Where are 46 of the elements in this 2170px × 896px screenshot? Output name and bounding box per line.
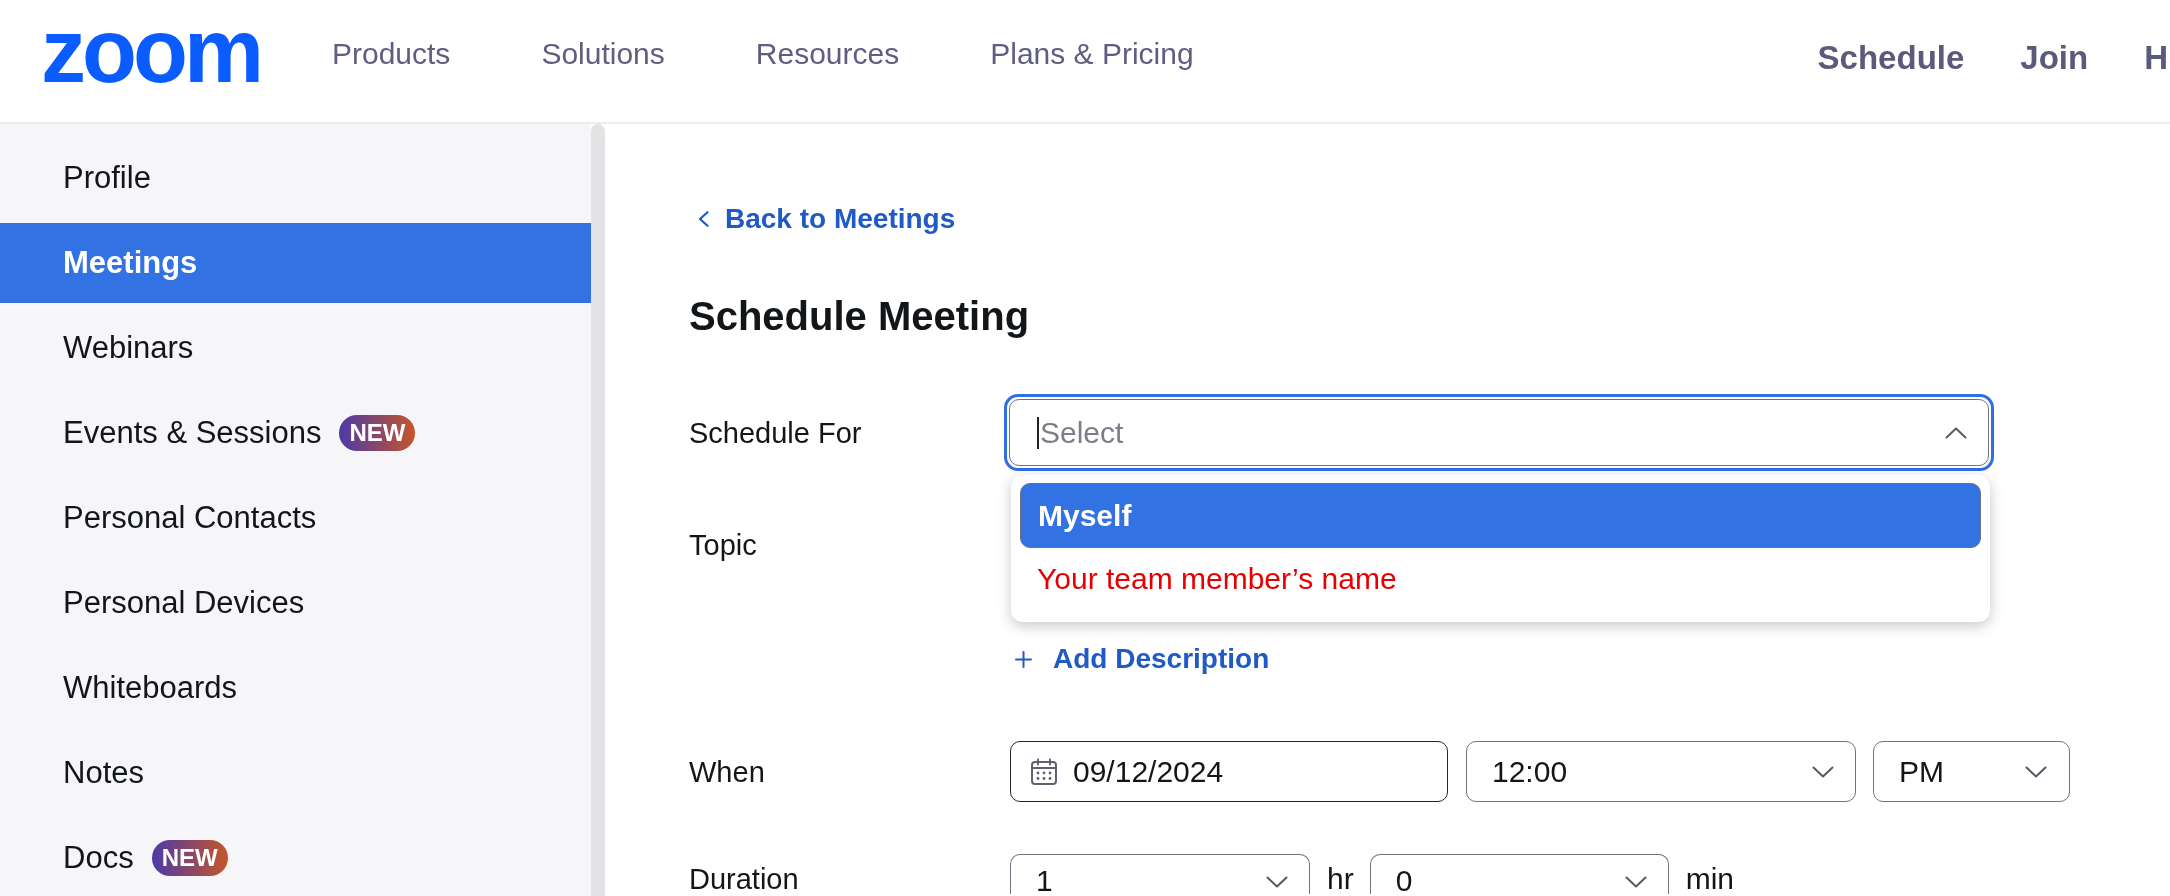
chevron-down-icon — [2025, 765, 2047, 778]
new-badge: NEW — [339, 415, 416, 451]
chevron-up-icon — [1945, 426, 1967, 439]
sidebar-item[interactable]: Notes — [0, 733, 591, 813]
chevron-down-icon — [1624, 876, 1647, 888]
sidebar-item[interactable]: Profile — [0, 138, 591, 218]
minutes-select[interactable]: 0 — [1369, 854, 1669, 894]
sidebar-item[interactable]: Meetings — [0, 223, 591, 303]
add-description-link[interactable]: Add Description — [1015, 643, 1270, 675]
unit-label: hr — [1327, 866, 1354, 892]
sidebar-item[interactable]: Docs NEW — [0, 818, 591, 896]
nav-link[interactable]: Resources — [755, 36, 900, 72]
hours-select[interactable]: 1 — [1010, 854, 1310, 894]
new-badge: NEW — [151, 840, 228, 876]
scrollbar-thumb[interactable] — [591, 124, 605, 896]
nav-link[interactable]: Products — [332, 36, 451, 72]
chevron-left-icon — [698, 211, 709, 227]
header-link[interactable]: Schedule — [1817, 38, 1965, 78]
header-link[interactable]: Join — [2020, 38, 2089, 78]
sidebar-item[interactable]: Personal Contacts — [0, 478, 591, 558]
sidebar-item[interactable]: Whiteboards — [0, 648, 591, 728]
nav-link[interactable]: Solutions — [541, 36, 665, 72]
back-link[interactable]: Back to Meetings — [698, 202, 956, 236]
sidebar-item[interactable]: Personal Devices — [0, 563, 591, 643]
page-title: Schedule Meeting — [689, 293, 1030, 339]
dropdown-option[interactable]: Your team member’s name — [1020, 548, 1981, 610]
dropdown-option[interactable]: Myself — [1020, 483, 1981, 548]
date-field[interactable]: 09/12/2024 — [1010, 741, 1448, 802]
text-cursor-icon — [1037, 416, 1039, 449]
header-link[interactable]: H — [2144, 38, 2168, 78]
logo[interactable]: zoom — [41, 6, 260, 96]
time-select[interactable]: 12:00 — [1466, 741, 1856, 802]
chevron-down-icon — [1266, 876, 1288, 888]
field-label: Topic — [689, 528, 758, 562]
sidebar-item[interactable]: Webinars — [0, 308, 591, 388]
chevron-down-icon — [1812, 765, 1834, 778]
plus-icon — [1015, 650, 1032, 668]
sidebar-item[interactable]: Events & Sessions NEW — [0, 393, 591, 473]
nav-link[interactable]: Plans & Pricing — [990, 36, 1194, 72]
unit-label: min — [1685, 866, 1735, 892]
field-label: Schedule For — [689, 415, 863, 450]
schedule-for-select[interactable]: Select — [1004, 394, 1994, 471]
field-label: When — [689, 754, 766, 789]
period-select[interactable]: PM — [1873, 741, 2070, 802]
field-label: Duration — [689, 866, 800, 892]
calendar-icon — [1030, 757, 1058, 786]
